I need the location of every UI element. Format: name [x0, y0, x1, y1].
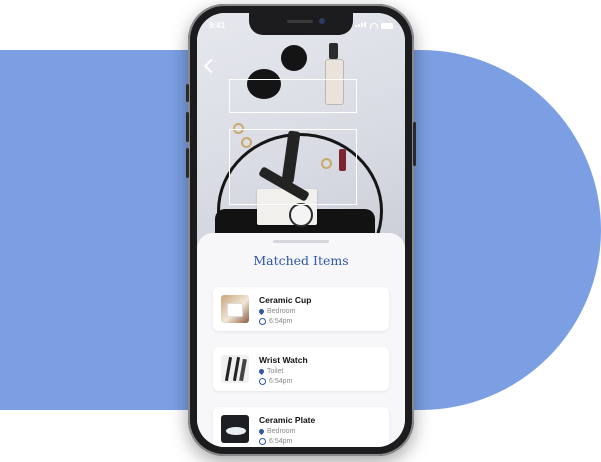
location-pin-icon [257, 427, 266, 436]
watch-face [289, 203, 313, 227]
item-location: Bedroom [267, 428, 296, 435]
clock-icon [259, 378, 266, 385]
phone-mockup: 9:41 Matched Items Ceramic Cup Bedroom 6… [186, 4, 416, 456]
item-time: 6:54pm [269, 438, 293, 445]
list-item[interactable]: Ceramic Plate Bedroom 6:54pm [213, 407, 389, 447]
status-time: 9:41 [209, 21, 226, 30]
sheet-title: Matched Items [253, 253, 349, 268]
list-item[interactable]: Ceramic Cup Bedroom 6:54pm [213, 287, 389, 331]
detection-frame-top [229, 79, 357, 113]
location-pin-icon [257, 307, 266, 316]
item-time: 6:54pm [269, 318, 293, 325]
battery-icon [381, 23, 393, 29]
sunglasses-lens-right [281, 45, 307, 71]
ceramic-cup-photo [221, 295, 249, 323]
ceramic-plate-photo [221, 415, 249, 443]
bottle-cap [329, 43, 338, 59]
back-chevron-icon[interactable] [203, 58, 219, 74]
wifi-icon [370, 23, 378, 29]
matched-items-sheet: Matched Items Ceramic Cup Bedroom 6:54pm [197, 233, 405, 447]
list-item[interactable]: Wrist Watch Toilet 6:54pm [213, 347, 389, 391]
item-location: Bedroom [267, 308, 296, 315]
status-icons [355, 20, 393, 29]
volume-down-button [186, 148, 189, 178]
phone-screen: 9:41 Matched Items Ceramic Cup Bedroom 6… [197, 13, 405, 447]
signal-icon [355, 20, 367, 29]
sheet-handle[interactable] [273, 240, 329, 243]
power-button [413, 122, 416, 166]
clock-icon [259, 318, 266, 325]
item-time: 6:54pm [269, 378, 293, 385]
mute-switch [186, 84, 189, 102]
clock-icon [259, 438, 266, 445]
status-bar: 9:41 [197, 13, 405, 35]
location-pin-icon [257, 367, 266, 376]
wrist-watch-photo [221, 355, 249, 383]
volume-up-button [186, 112, 189, 142]
detection-frame-bottom [229, 129, 357, 205]
item-location: Toilet [267, 368, 284, 375]
